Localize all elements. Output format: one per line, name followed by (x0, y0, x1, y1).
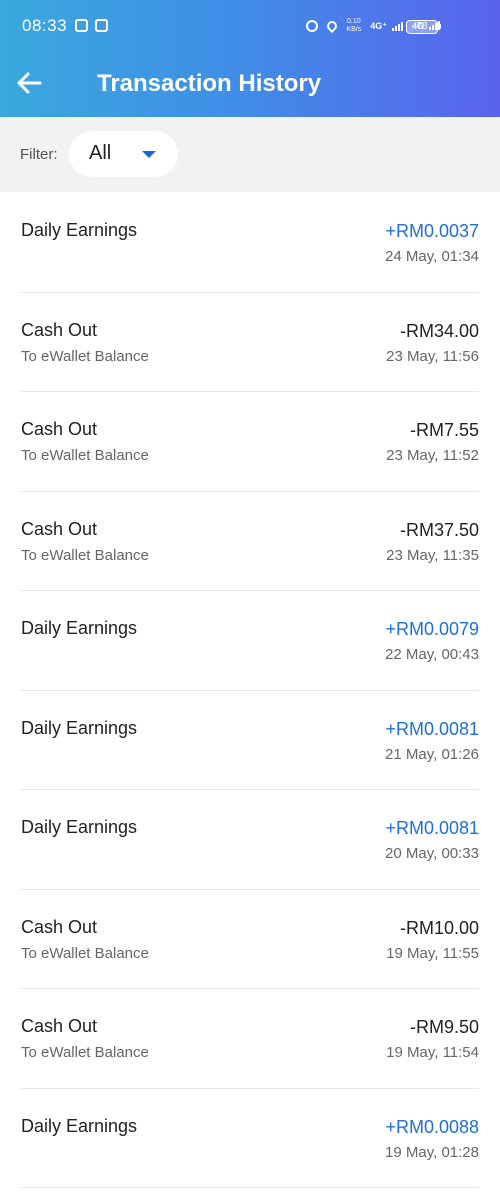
transaction-time: 22 May, 00:43 (385, 646, 479, 663)
transaction-amount: +RM0.0081 (385, 818, 479, 838)
status-time: 08:33 (22, 16, 68, 35)
transaction-time: 20 May, 00:33 (385, 845, 479, 862)
transaction-row[interactable]: Cash Out To eWallet Balance -RM34.00 23 May… (21, 293, 479, 392)
transaction-title: Daily Earnings (21, 817, 138, 837)
app-notification-icon (75, 19, 88, 32)
transaction-title: Cash Out (21, 419, 98, 439)
transaction-row[interactable]: Cash Out To eWallet Balance -RM7.55 23 May,… (21, 392, 479, 492)
filter-label: Filter: (20, 146, 58, 163)
battery-level: 78 (416, 21, 428, 32)
transaction-subtitle: To eWallet Balance (21, 944, 149, 962)
transaction-row[interactable]: Daily Earnings +RM0.0081 21 May, 01:26 (21, 691, 479, 790)
transaction-subtitle: To eWallet Balance (21, 447, 149, 464)
transaction-time: 19 May, 01:28 (385, 1143, 479, 1161)
transaction-time: 23 May, 11:56 (386, 347, 479, 365)
transaction-amount: +RM0.0079 (385, 619, 479, 639)
network-speed: 0.10 KB/s (346, 18, 361, 34)
transaction-title: Cash Out (21, 518, 98, 539)
transaction-title: Daily Earnings (21, 618, 138, 638)
transaction-amount: +RM0.0088 (385, 1116, 479, 1137)
app-header: 08:33 0.10 KB/s 4G⁺ 4G 78 Transaction Hi… (0, 0, 500, 117)
signal-4g-plus: 4G⁺ (370, 21, 403, 32)
transaction-subtitle: To eWallet Balance (21, 546, 149, 564)
transaction-row[interactable]: Cash Out To eWallet Balance -RM9.50 19 May,… (21, 989, 479, 1089)
transaction-time: 23 May, 11:35 (386, 546, 479, 564)
transaction-time: 19 May, 11:54 (386, 1044, 479, 1061)
transaction-row[interactable]: Daily Earnings +RM0.0037 24 May, 01:34 (21, 193, 479, 293)
transaction-row[interactable]: Cash Out To eWallet Balance -RM10.00 19 May… (21, 890, 479, 989)
page-title: Transaction History (97, 70, 322, 97)
location-icon (325, 18, 340, 34)
transaction-time: 19 May, 11:55 (386, 944, 479, 962)
transaction-row[interactable]: Cash Out To eWallet Balance -RM37.50 23 May… (21, 492, 479, 591)
back-button[interactable] (14, 68, 44, 98)
filter-value: All (89, 142, 112, 164)
transaction-title: Cash Out (21, 319, 98, 340)
filter-dropdown[interactable]: All (69, 131, 178, 177)
transaction-time: 23 May, 11:52 (386, 447, 479, 464)
transaction-time: 24 May, 01:34 (385, 248, 479, 265)
caret-down-icon (142, 151, 156, 158)
transaction-amount: -RM9.50 (409, 1017, 479, 1037)
transaction-title: Daily Earnings (21, 1115, 138, 1136)
transaction-time: 21 May, 01:26 (385, 745, 479, 763)
transaction-amount: -RM10.00 (399, 917, 479, 938)
transaction-subtitle: To eWallet Balance (21, 347, 149, 365)
transaction-amount: -RM7.55 (409, 420, 479, 440)
filter-bar: Filter: All (0, 117, 500, 192)
transaction-row[interactable]: Daily Earnings +RM0.0081 20 May, 00:33 (21, 790, 479, 890)
battery-icon: 78 (406, 20, 441, 34)
network-speed-unit: KB/s (346, 26, 362, 33)
arrow-left-icon (17, 72, 42, 94)
signal-bars-icon (391, 21, 403, 31)
transaction-list: Daily Earnings +RM0.0037 24 May, 01:34 Cash… (0, 193, 500, 1188)
alarm-icon (306, 20, 319, 32)
transaction-amount: +RM0.0081 (385, 718, 479, 739)
transaction-title: Daily Earnings (21, 220, 138, 240)
transaction-amount: -RM34.00 (399, 320, 479, 341)
signal-label-1: 4G⁺ (370, 20, 387, 31)
transaction-amount: -RM37.50 (399, 519, 479, 540)
transaction-title: Cash Out (21, 916, 98, 937)
transaction-row[interactable]: Daily Earnings +RM0.0079 22 May, 00:43 (21, 591, 479, 691)
transaction-title: Cash Out (21, 1016, 98, 1036)
mail-notification-icon (95, 19, 108, 32)
network-speed-value: 0.10 (347, 18, 361, 25)
transaction-subtitle: To eWallet Balance (21, 1044, 149, 1061)
status-bar: 08:33 0.10 KB/s 4G⁺ 4G 78 (0, 0, 500, 50)
transaction-title: Daily Earnings (21, 717, 138, 738)
transaction-amount: +RM0.0037 (385, 221, 479, 241)
transaction-row[interactable]: Daily Earnings +RM0.0088 19 May, 01:28 (21, 1089, 479, 1188)
